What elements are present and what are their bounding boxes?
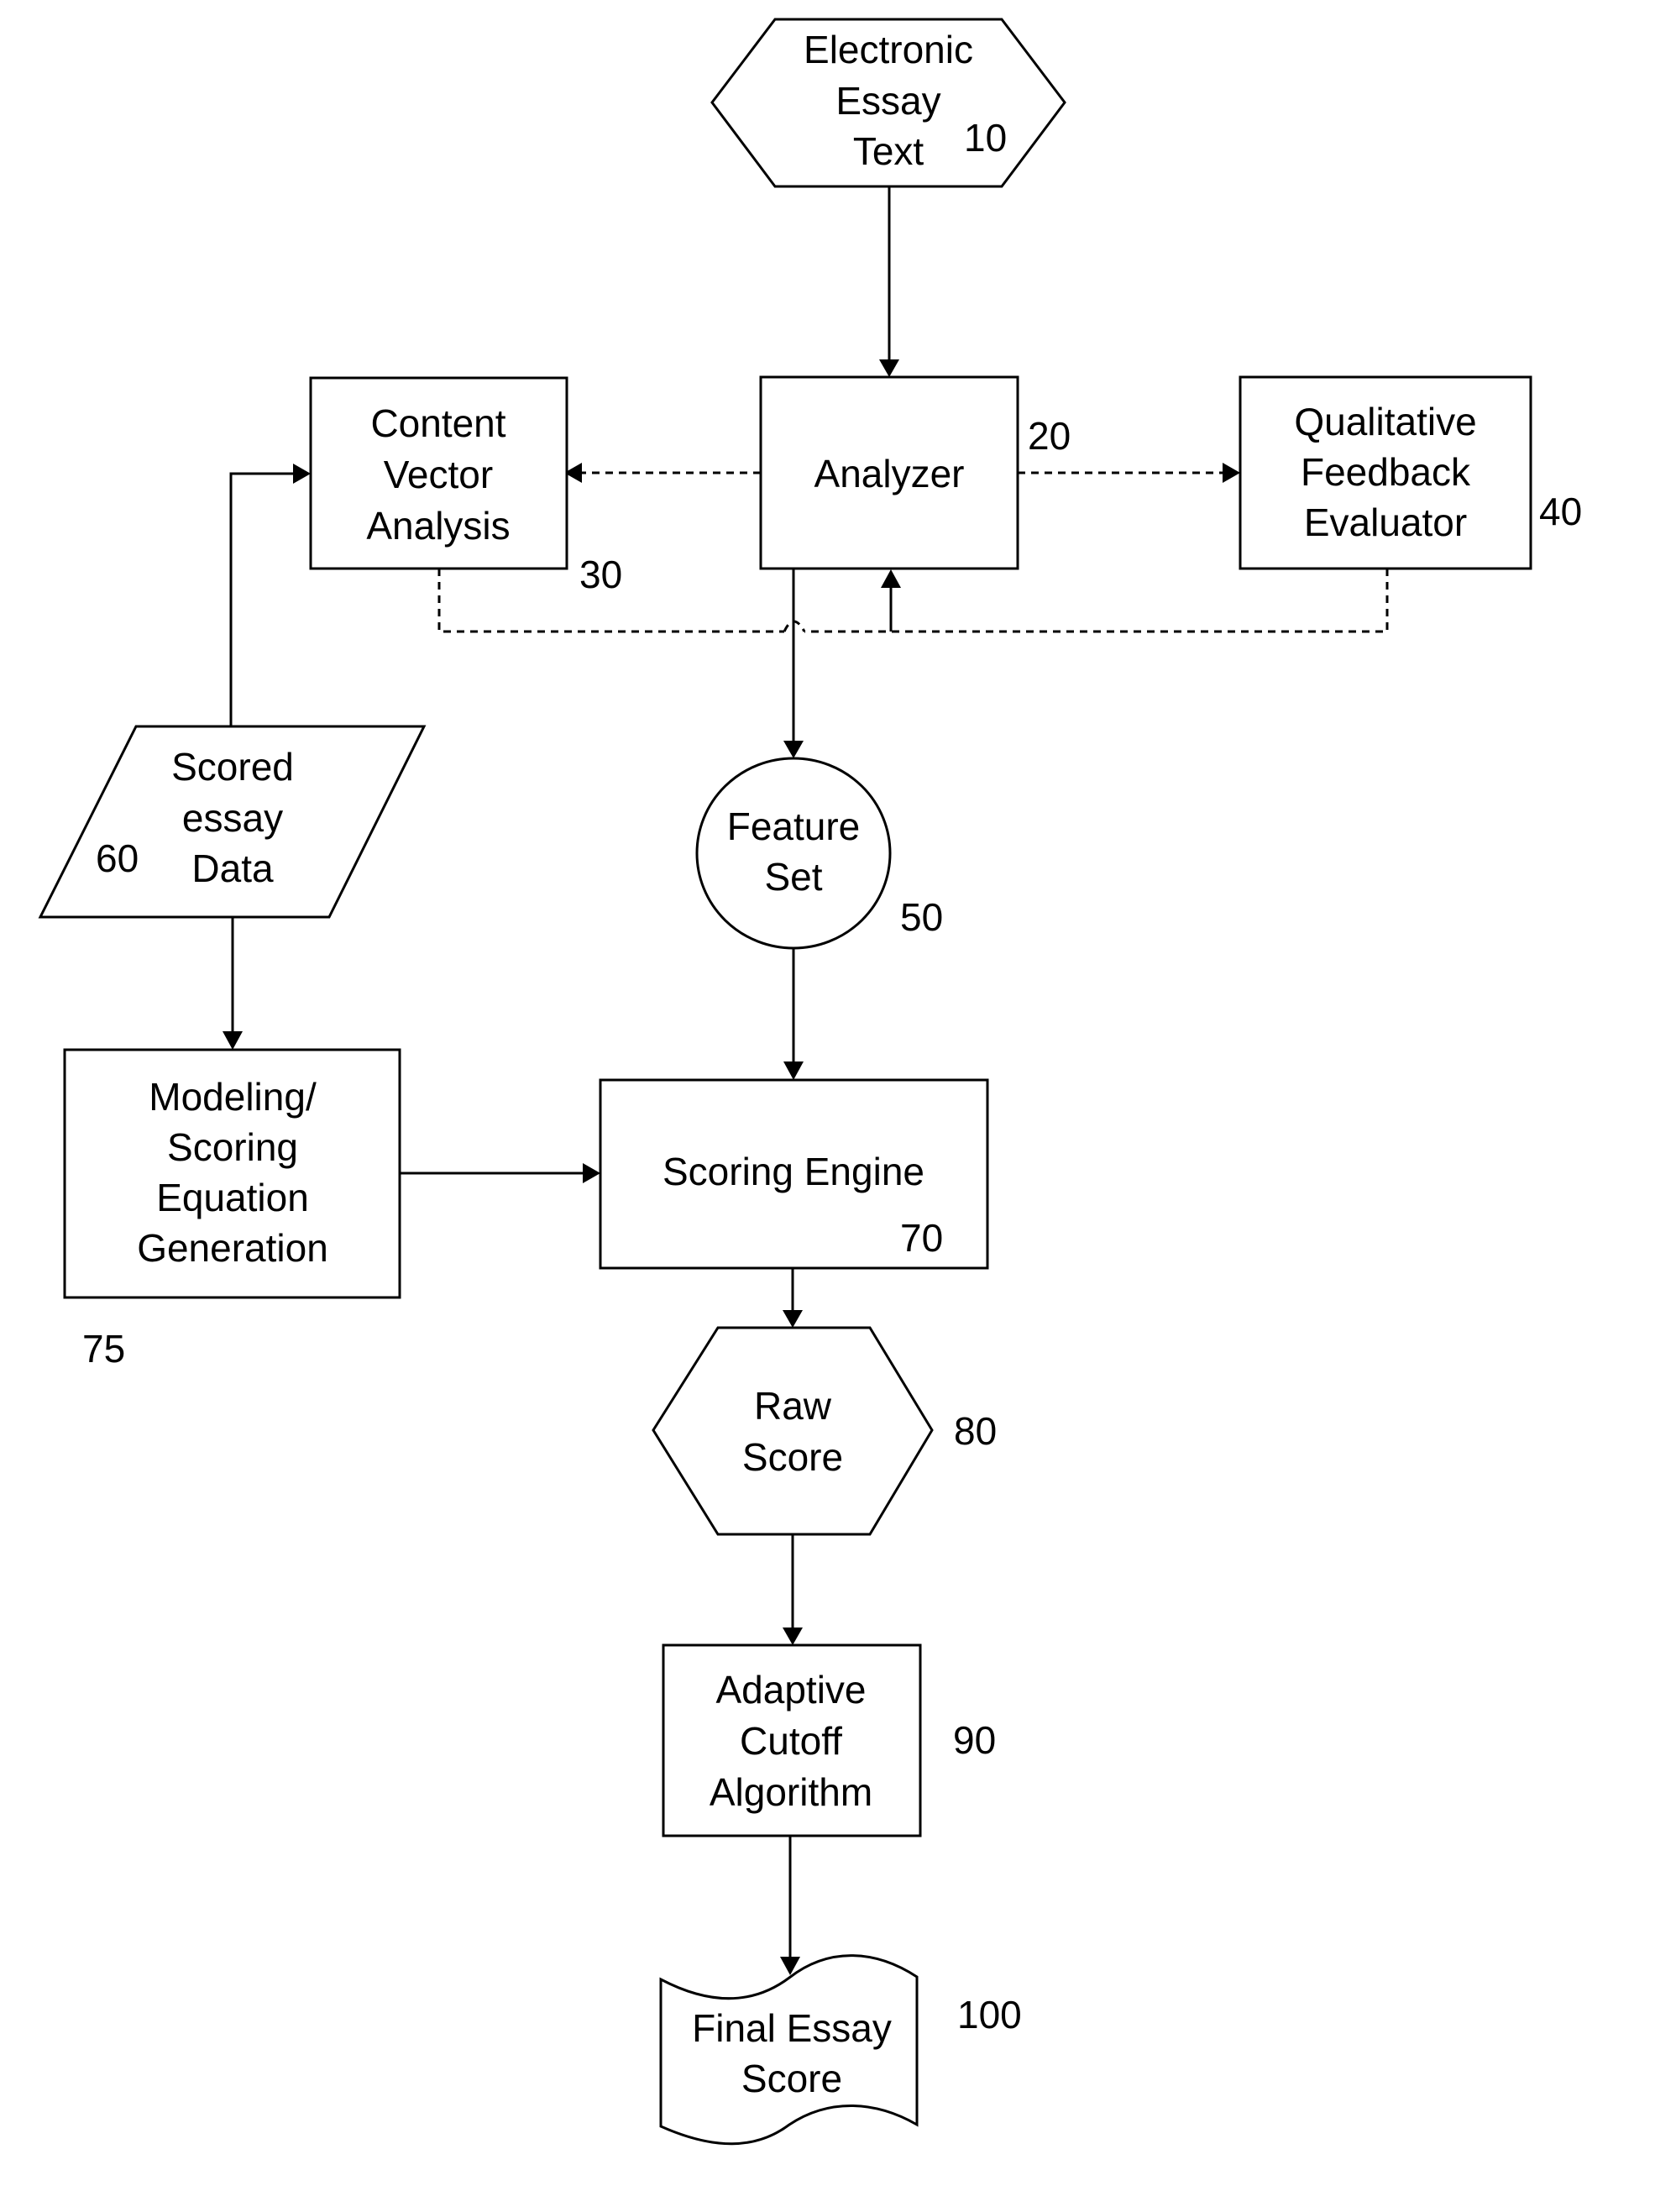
node-final-essay-score: Final Essay Score 100 — [659, 1954, 1022, 2146]
reference-number: 50 — [900, 895, 943, 939]
node-qualitative-feedback-evaluator: Qualitative Feedback Evaluator 40 — [1239, 375, 1582, 570]
node-label-line: Content — [370, 401, 505, 445]
arrowhead-right-icon — [1223, 463, 1240, 483]
arrowhead-down-icon — [783, 1628, 803, 1645]
reference-number: 10 — [964, 116, 1007, 160]
node-feature-set: Feature Set 50 — [695, 757, 943, 950]
node-label-line: Score — [741, 2057, 842, 2100]
node-label-line: Analyzer — [814, 452, 965, 495]
node-electronic-essay-text: Electronic Essay Text 10 — [710, 18, 1066, 188]
hexagon-shape — [652, 1326, 934, 1536]
node-label-line: essay — [182, 796, 283, 840]
arrowhead-right-icon — [293, 464, 311, 484]
node-label-line: Data — [191, 847, 274, 890]
node-modeling-scoring-equation-generation: Modeling/ Scoring Equation Generation 75 — [63, 1048, 401, 1371]
node-label-line: Essay — [835, 79, 940, 123]
node-label-line: Scoring — [167, 1125, 298, 1169]
node-label-line: Adaptive — [715, 1668, 866, 1711]
reference-number: 40 — [1539, 490, 1582, 533]
node-label-line: Electronic — [804, 28, 973, 71]
arrowhead-down-icon — [783, 1061, 804, 1080]
node-content-vector-analysis: Content Vector Analysis 30 — [309, 376, 622, 596]
node-scoring-engine: Scoring Engine 70 — [599, 1078, 989, 1270]
reference-number: 90 — [953, 1718, 996, 1762]
arrowhead-up-icon — [881, 569, 901, 588]
node-label-line: Evaluator — [1304, 501, 1467, 544]
node-label-line: Score — [742, 1435, 843, 1479]
node-label-line: Final Essay — [692, 2006, 892, 2050]
reference-number: 80 — [954, 1409, 997, 1453]
node-label-line: Scoring Engine — [663, 1150, 924, 1193]
node-label-line: Text — [853, 129, 924, 173]
reference-number: 100 — [957, 1993, 1022, 2036]
node-label-line: Equation — [156, 1176, 309, 1219]
arrowhead-down-icon — [879, 359, 899, 377]
edge-scored-data-to-content-vector — [229, 472, 294, 726]
node-label-line: Feature — [727, 805, 861, 848]
node-raw-score: Raw Score 80 — [652, 1326, 997, 1536]
node-label-line: Qualitative — [1294, 400, 1476, 443]
node-label-line: Raw — [754, 1384, 832, 1428]
reference-number: 60 — [96, 836, 139, 880]
reference-number: 30 — [579, 553, 622, 596]
node-adaptive-cutoff-algorithm: Adaptive Cutoff Algorithm 90 — [662, 1643, 996, 1837]
reference-number: 20 — [1028, 414, 1071, 458]
flowchart: Electronic Essay Text 10 Analyzer 20 Con… — [38, 18, 1582, 2146]
node-label-line: Scored — [171, 745, 294, 789]
arrowhead-down-icon — [223, 1031, 243, 1050]
arrowhead-right-icon — [583, 1163, 600, 1183]
circle-shape — [695, 757, 892, 950]
reference-number: 70 — [900, 1216, 943, 1260]
node-label-line: Vector — [384, 453, 493, 496]
node-label-line: Analysis — [366, 504, 510, 548]
node-label-line: Algorithm — [710, 1770, 872, 1814]
arrowhead-down-icon — [783, 1310, 803, 1328]
node-label-line: Feedback — [1301, 450, 1471, 494]
node-label-line: Generation — [137, 1226, 328, 1270]
node-label-line: Modeling/ — [149, 1075, 317, 1119]
node-label-line: Cutoff — [740, 1719, 842, 1763]
node-label-line: Set — [764, 855, 822, 899]
node-scored-essay-data: Scored essay Data 60 — [38, 725, 427, 919]
arrowhead-down-icon — [783, 741, 804, 758]
reference-number: 75 — [82, 1327, 125, 1371]
